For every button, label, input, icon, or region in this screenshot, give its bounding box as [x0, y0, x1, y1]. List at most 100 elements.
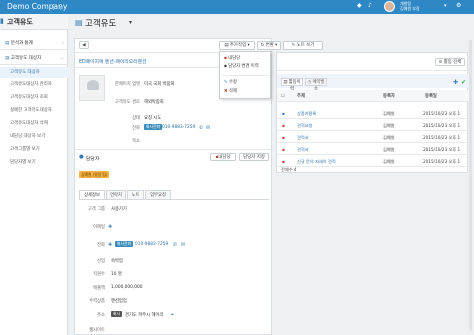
menu-item-my-owner[interactable]: ▪ 내담당 [220, 55, 280, 63]
activity-subject-link[interactable]: 견적요청 [297, 123, 312, 129]
field-label: 전화 [132, 126, 140, 131]
tab-scheduled[interactable]: ◷ 예약발송 [305, 78, 327, 92]
field-value: 요청 시도 [144, 116, 162, 121]
column-header[interactable]: 등록일 [425, 93, 437, 99]
document-icon: ▪ [282, 111, 285, 116]
chevron-down-icon[interactable]: ▾ [444, 3, 447, 9]
scrollbar[interactable] [469, 40, 472, 330]
activity-table-header [277, 90, 469, 101]
document-icon: ▪ [282, 123, 285, 128]
menu-item-delete[interactable]: ✖ 삭제 [220, 88, 280, 96]
map-pin-icon[interactable]: ⌖ [171, 312, 174, 318]
activity-subject-link[interactable]: 신규 문의 자세히 견적 [297, 159, 336, 165]
check-icon[interactable]: ✔ [461, 79, 466, 86]
field-label: 웹사이트 [89, 328, 105, 333]
activity-subject-link[interactable]: 견적서 [297, 135, 309, 141]
field-label: 전화 [97, 243, 105, 248]
document-icon: ▪ [282, 159, 285, 164]
page-header: ▤ 고객유도 ▾ [69, 14, 474, 36]
field-label: 산업 [97, 259, 105, 264]
sidebar-item[interactable]: 담당자별 보기 [0, 157, 68, 168]
settings-icon[interactable]: ⚙ [456, 2, 461, 9]
field-label: 고객유도 경로 [114, 100, 140, 105]
column-header[interactable]: 주제 [297, 93, 305, 99]
user-name[interactable]: 개발팀 김예원 부장 [400, 1, 420, 11]
add-icon[interactable]: ✚ [108, 224, 112, 230]
owner-tag[interactable]: 김예원 (영업 팀) [79, 171, 110, 178]
my-owner-button[interactable]: ▪내담당 [210, 153, 236, 161]
sidebar-item[interactable]: 고객유도대상자 관리자 [0, 79, 68, 90]
activity-total: 전체수 4 [281, 167, 297, 172]
user-icon: ● [79, 154, 84, 160]
apps-grid-icon[interactable]: ⋮⋮ [50, 3, 64, 11]
activity-date: 2015/10/23 오후 1 [423, 111, 461, 116]
tab-contacts[interactable]: 연락처 [106, 190, 126, 199]
menu-icon: ▮ [0, 17, 4, 25]
tab-tasks[interactable]: 업무요청 [145, 190, 171, 199]
activity-panel: ≡ 활동 전체 ▤ 활동이력 ◷ 예약발송 ✚ ✔ ☐ 주제 등록자 등록일 ▪… [276, 52, 469, 173]
add-task-button[interactable]: ▤ 추가작업 ▾ [219, 41, 255, 50]
field-value: 해외박람회 [144, 100, 164, 105]
phone-icon[interactable]: ✆ [173, 242, 177, 248]
building-icon [87, 80, 99, 90]
chevron-down-icon[interactable]: ▾ [129, 19, 132, 26]
tag-icon[interactable]: ◆ [357, 2, 362, 9]
column-header[interactable]: 등록자 [383, 93, 395, 99]
activity-subject-link[interactable]: 상품카탈록 [297, 111, 316, 117]
assign-owner-button[interactable]: 담당자 지정 [239, 153, 269, 161]
tab-activity-history[interactable]: ▤ 활동이력 [281, 78, 303, 92]
activity-author: 김예원 [383, 111, 395, 116]
document-icon: ▪ [282, 135, 285, 140]
record-title: ED페이지에 펜션-페이리모리펜션 [79, 60, 147, 65]
activity-author: 김예원 [383, 135, 395, 140]
field-value: 10 명 [111, 272, 122, 277]
sms-icon[interactable]: ✉ [181, 242, 185, 248]
add-icon[interactable]: ✚ [453, 79, 458, 86]
field-label: 목소 [132, 139, 140, 144]
sidebar-item[interactable]: 고객유도대상자 조회 [0, 92, 68, 103]
sidebar-section-analytics[interactable]: ▤ 분석과 통계 › [0, 38, 68, 50]
chevron-down-icon: ⌄ [60, 56, 64, 61]
record-photo [79, 75, 105, 101]
top-bar: Demo Company ⋮⋮ ◆ ♪ 개발팀 김예원 부장 ▾ ⚙ [0, 0, 474, 14]
convert-button[interactable]: ↻ 변환 ▾ [257, 41, 281, 50]
tab-notes[interactable]: 노트 [127, 190, 144, 199]
sidebar-item[interactable]: 고객유도대상자 삭제 [0, 118, 68, 129]
write-note-button[interactable]: ✎ 노트 쓰기 [283, 41, 323, 50]
add-task-menu: ▪ 내담당 ▪ 담당자 변경 이력 ✎ 수정 ✖ 삭제 [219, 51, 271, 99]
avatar[interactable] [384, 1, 395, 12]
phone-link[interactable]: 010-9883-7259 [162, 125, 195, 130]
menu-item-owner-history[interactable]: ▪ 담당자 변경 이력 [220, 63, 280, 71]
field-label: 매출액 [93, 286, 105, 291]
chevron-right-icon: › [62, 41, 64, 46]
sms-icon[interactable]: ✉ [206, 125, 210, 131]
field-value: 숙박업 [111, 259, 123, 264]
sidebar: ▮ 고객유도 ▤ 분석과 통계 › ▤ 고객유도 대상자 ⌄ 고객유도 대상자 고객… [0, 14, 68, 335]
activity-all-button[interactable]: ≡ 활동 전체 [435, 58, 465, 66]
phone-link[interactable]: 010-9883-7259 [135, 242, 168, 247]
document-icon: ▪ [282, 147, 285, 152]
activity-date: 2015/10/23 오후 1 [423, 123, 461, 128]
back-button[interactable]: ◀ [79, 41, 89, 49]
activity-author: 김예원 [383, 147, 395, 152]
bell-icon[interactable]: ♪ [368, 2, 372, 9]
sidebar-item[interactable]: 내담당 대상자 보기 [0, 131, 68, 142]
field-label: 한페이지 업명 [114, 82, 140, 87]
phone-type-badge: 회사전화 [144, 124, 162, 130]
activity-date: 2015/10/23 오후 1 [423, 159, 461, 164]
tab-details[interactable]: 상세정보 [79, 190, 105, 199]
checkbox[interactable]: ☐ [281, 93, 285, 98]
sidebar-header: ▮ 고객유도 [0, 14, 68, 30]
field-label: 직원수 [93, 272, 105, 277]
sidebar-item[interactable]: 실패한 고객유도대상자 [0, 105, 68, 116]
sidebar-section-targets[interactable]: ▤ 고객유도 대상자 ⌄ [0, 53, 68, 65]
field-value: 1,000,000,000 [111, 285, 143, 290]
sidebar-item[interactable]: 고객유도 대상자 [0, 67, 68, 78]
field-label: 주력상품 [89, 299, 105, 304]
add-icon[interactable]: ✚ [108, 242, 112, 248]
activity-date: 2015/10/23 오후 1 [423, 147, 461, 152]
menu-item-edit[interactable]: ✎ 수정 [220, 79, 280, 87]
phone-icon[interactable]: ✆ [199, 125, 203, 131]
sidebar-item[interactable]: 고객그룹별 보기 [0, 144, 68, 155]
activity-subject-link[interactable]: 견적서 [297, 147, 309, 153]
